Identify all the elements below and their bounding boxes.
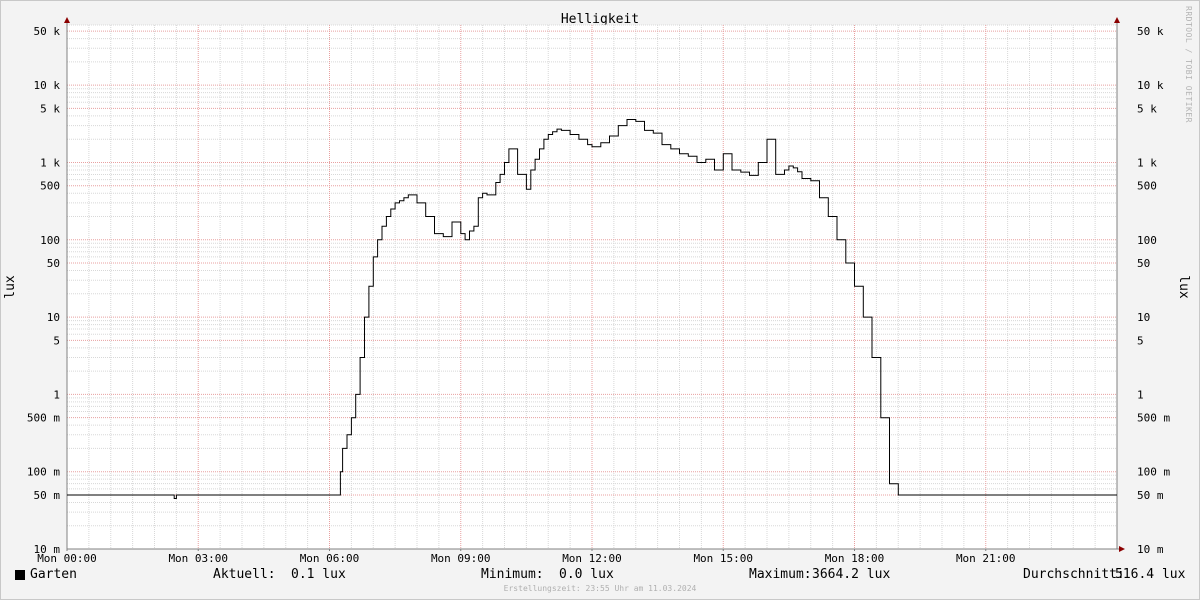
legend-current-value: 0.1 lux — [291, 567, 346, 582]
y-tick-label-left: 10 k — [34, 79, 61, 92]
x-tick-label: Mon 21:00 — [956, 552, 1016, 565]
y-tick-label-left: 50 k — [34, 25, 61, 38]
legend-current-label: Aktuell: — [213, 567, 276, 582]
y-tick-label-right: 5 k — [1137, 102, 1157, 115]
y-tick-label-left: 100 — [40, 234, 60, 247]
legend-series-name: Garten — [30, 567, 77, 582]
y-tick-label-right: 50 m — [1137, 489, 1164, 502]
legend-min-label: Minimum: — [481, 567, 544, 582]
y-tick-label-right: 10 m — [1137, 543, 1164, 556]
legend-min-value: 0.0 lux — [559, 567, 614, 582]
y-tick-label-right: 500 m — [1137, 412, 1170, 425]
y-axis-label-right: lux — [1176, 275, 1191, 299]
y-tick-label-right: 1 k — [1137, 156, 1157, 169]
y-tick-label-left: 50 m — [34, 489, 61, 502]
legend-avg-value: 516.4 lux — [1115, 567, 1186, 582]
y-tick-label-right: 100 — [1137, 234, 1157, 247]
x-axis-arrow — [1119, 546, 1125, 552]
y-tick-label-right: 100 m — [1137, 466, 1170, 479]
x-tick-label: Mon 18:00 — [825, 552, 885, 565]
y-tick-label-right: 5 — [1137, 334, 1144, 347]
y-tick-label-right: 50 k — [1137, 25, 1164, 38]
x-tick-label: Mon 03:00 — [168, 552, 228, 565]
y-tick-label-left: 5 — [53, 334, 60, 347]
x-tick-label: Mon 06:00 — [300, 552, 360, 565]
y-tick-label-left: 1 k — [40, 156, 60, 169]
y-tick-label-left: 500 m — [27, 412, 60, 425]
y-tick-label-left: 50 — [47, 257, 60, 270]
y-tick-label-left: 100 m — [27, 466, 60, 479]
creation-time-footer: Erstellungszeit: 23:55 Uhr am 11.03.2024 — [503, 584, 697, 593]
y-axis-label-left: lux — [3, 275, 18, 299]
y-tick-label-left: 1 — [53, 388, 60, 401]
y-axis-arrow-left — [64, 17, 70, 23]
legend-max-label: Maximum: — [749, 567, 812, 582]
y-tick-label-left: 5 k — [40, 102, 60, 115]
y-tick-label-left: 500 — [40, 180, 60, 193]
x-tick-label: Mon 09:00 — [431, 552, 491, 565]
y-tick-label-left: 10 m — [34, 543, 61, 556]
y-tick-label-right: 10 — [1137, 311, 1150, 324]
y-axis-arrow-right — [1114, 17, 1120, 23]
y-tick-label-right: 50 — [1137, 257, 1150, 270]
y-tick-label-left: 10 — [47, 311, 60, 324]
x-tick-label: Mon 12:00 — [562, 552, 622, 565]
legend-max-value: 3664.2 lux — [812, 567, 891, 582]
x-tick-label: Mon 15:00 — [693, 552, 753, 565]
brightness-chart: Helligkeit lux lux Mon 00:00 Mon 03:00 Mon… — [3, 12, 1191, 565]
legend-avg-label: Durchschnitt: — [1023, 567, 1125, 582]
rrdtool-watermark: RRDTOOL / TOBI OETIKER — [1184, 6, 1193, 123]
y-tick-label-right: 1 — [1137, 388, 1144, 401]
y-tick-label-right: 10 k — [1137, 79, 1164, 92]
y-tick-label-right: 500 — [1137, 180, 1157, 193]
legend-swatch-garten — [15, 570, 25, 580]
